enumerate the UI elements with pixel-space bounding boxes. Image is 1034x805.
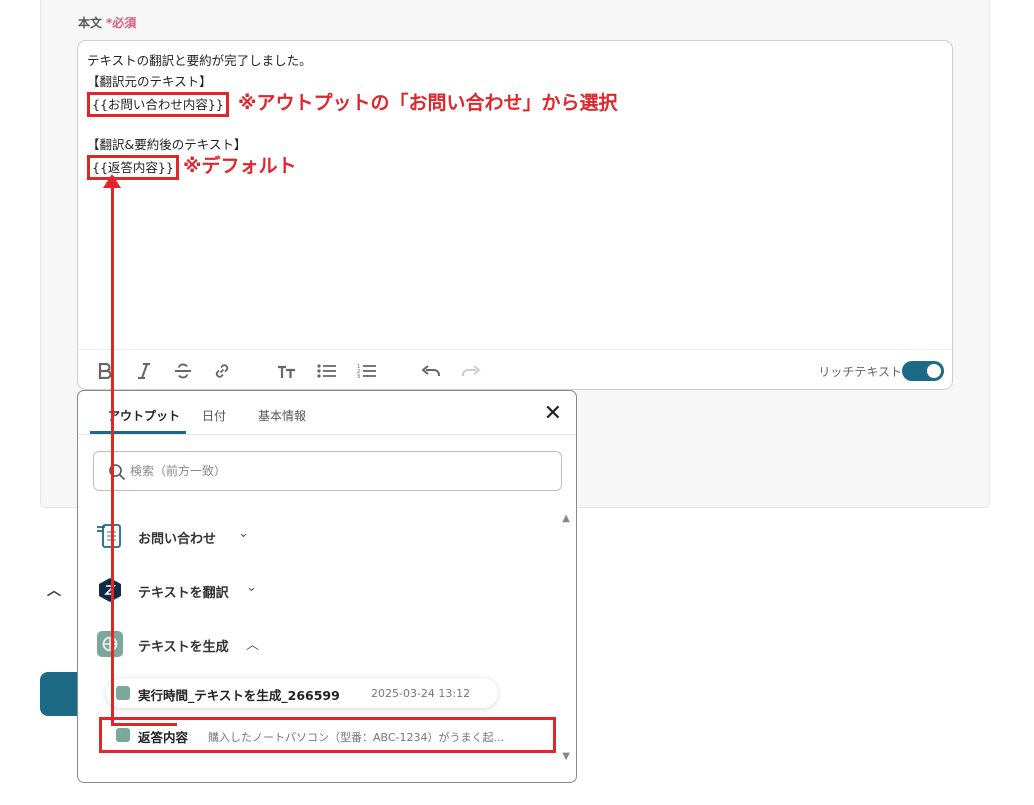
close-icon[interactable]: ✕ xyxy=(544,403,562,425)
tab-output[interactable]: アウトプット xyxy=(108,407,180,424)
translate-icon xyxy=(99,578,121,602)
output-item-execution-time[interactable]: 実行時間_テキストを生成_266599 2025-03-24 13:12 xyxy=(106,678,498,708)
strikethrough-icon[interactable] xyxy=(172,360,194,382)
rich-text-toggle[interactable] xyxy=(902,361,944,381)
chevron-up-icon[interactable]: ︿ xyxy=(47,580,61,600)
chevron-down-icon: ⌄ xyxy=(246,580,257,595)
group-generate[interactable]: テキストを生成 ︿ xyxy=(96,628,516,662)
editor-toolbar: 123 リッチテキスト xyxy=(78,349,952,391)
scroll-up-icon[interactable]: ▲ xyxy=(562,513,570,524)
popup-tabs: アウトプット 日付 基本情報 ✕ xyxy=(78,391,576,435)
annotation-arrow-connector xyxy=(111,723,177,726)
field-label: 本文 *必須 xyxy=(78,14,136,31)
field-label-text: 本文 xyxy=(78,16,103,30)
ai-icon xyxy=(97,631,123,657)
page: 本文 *必須 テキストの翻訳と要約が完了しました。 【翻訳元のテキスト】 {{お問… xyxy=(0,0,1034,805)
variable-inquiry-content[interactable]: {{お問い合わせ内容}} xyxy=(87,92,229,117)
bullet-list-icon[interactable] xyxy=(316,360,338,382)
search-input[interactable] xyxy=(130,460,550,482)
group-label: テキストを翻訳 xyxy=(138,586,229,601)
group-inquiry[interactable]: お問い合わせ ⌄ xyxy=(96,520,516,554)
rich-text-label: リッチテキスト xyxy=(818,365,902,379)
ai-icon xyxy=(116,686,130,700)
chevron-up-icon: ︿ xyxy=(246,638,260,653)
search-field[interactable] xyxy=(93,451,562,491)
svg-text:3: 3 xyxy=(357,374,360,379)
required-mark: *必須 xyxy=(106,16,137,30)
redo-icon[interactable] xyxy=(460,360,482,382)
annotation-note-default: ※デフォルト xyxy=(183,155,297,177)
form-icon xyxy=(97,524,121,548)
tab-basic-info[interactable]: 基本情報 xyxy=(258,407,306,424)
tab-date[interactable]: 日付 xyxy=(202,407,226,424)
editor-line: テキストの翻訳と要約が完了しました。 xyxy=(87,53,312,68)
output-item-value: 2025-03-24 13:12 xyxy=(371,687,471,700)
active-tab-indicator xyxy=(90,431,186,434)
group-translate[interactable]: テキストを翻訳 ⌄ xyxy=(96,574,516,608)
italic-icon[interactable] xyxy=(133,360,155,382)
group-label: テキストを生成 xyxy=(138,640,229,655)
annotation-arrow-line xyxy=(111,176,114,726)
link-icon[interactable] xyxy=(211,360,233,382)
undo-icon[interactable] xyxy=(420,360,442,382)
numbered-list-icon[interactable]: 123 xyxy=(356,360,378,382)
annotation-arrow-head xyxy=(103,174,121,188)
scroll-down-icon[interactable]: ▼ xyxy=(562,751,570,762)
chevron-down-icon: ⌄ xyxy=(238,526,249,541)
output-item-name: 実行時間_テキストを生成_266599 xyxy=(138,688,340,703)
variable-reply-content[interactable]: {{返答内容}} xyxy=(87,155,179,180)
group-label: お問い合わせ xyxy=(138,532,217,547)
annotation-note-output: ※アウトプットの「お問い合わせ」から選択 xyxy=(238,92,618,114)
text-size-icon[interactable] xyxy=(276,360,298,382)
